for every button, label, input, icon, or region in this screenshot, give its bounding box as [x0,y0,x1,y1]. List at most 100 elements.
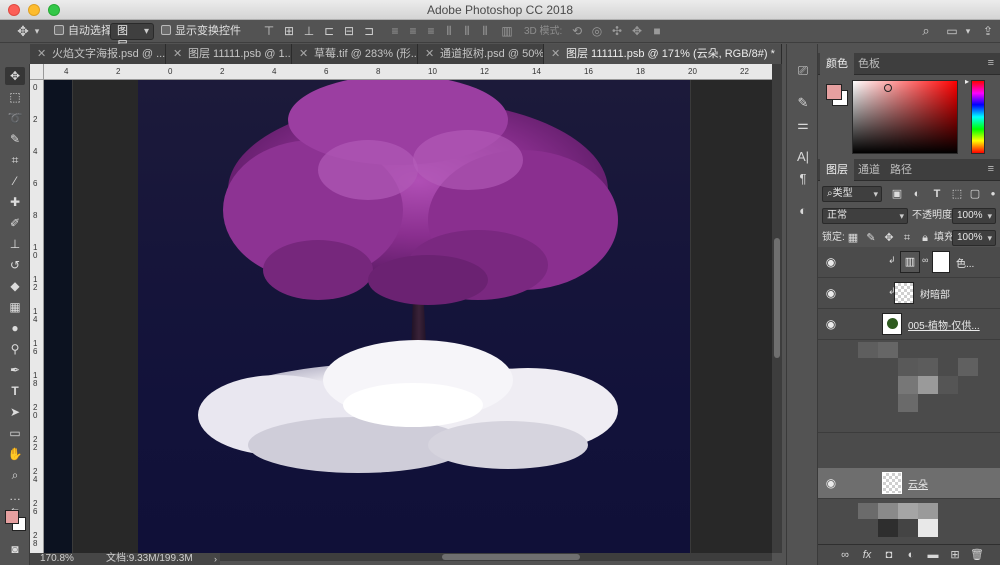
gradient-tool-icon[interactable]: ▦ [5,298,25,316]
quick-mask-icon[interactable]: ◙ [5,540,25,558]
chevron-down-icon[interactable]: ▾ [964,23,972,39]
adjustments-icon[interactable]: ⚌ [793,116,813,134]
eyedropper-tool-icon[interactable]: ⁄ [5,172,25,190]
zoom-level[interactable]: 170.8% [40,553,74,565]
3d-slide-icon[interactable]: ✥ [630,23,644,39]
layer-row[interactable]: ◉ 005-植物-仅供... [818,309,1000,340]
auto-align-icon[interactable]: ▥ [500,23,514,39]
tab-document-1[interactable]: ✕ 火焰文字海报.psd @ ... [30,44,166,64]
color-panel-foreground-swatch[interactable] [826,84,842,100]
align-right-icon[interactable]: ⊐ [362,23,376,39]
fill-input[interactable]: 100% [952,230,996,246]
dodge-tool-icon[interactable]: ⚲ [5,340,25,358]
history-panel-icon[interactable]: ⎚ [793,62,813,80]
eye-icon[interactable]: ◉ [824,255,838,269]
layer-row-obscured[interactable] [818,340,1000,433]
tab-paths[interactable]: 路径 [884,159,918,181]
tab-document-4[interactable]: ✕ 通道抠树.psd @ 50% ... [418,44,544,64]
layer-row-obscured[interactable] [818,499,1000,544]
hue-slider-handle-icon[interactable]: ▸ [965,77,969,86]
character-panel-icon[interactable]: A| [793,148,813,166]
lock-transparent-icon[interactable]: ▦ [846,230,860,246]
share-icon[interactable]: ⇪ [980,23,996,39]
layer-filter-dropdown[interactable]: ⌕类型 [822,186,882,202]
horizontal-scroll-thumb[interactable] [442,554,580,560]
3d-roll-icon[interactable]: ◎ [590,23,604,39]
vertical-scrollbar[interactable] [772,64,782,553]
auto-select-target-dropdown[interactable]: 图层 [110,23,154,52]
align-left-icon[interactable]: ⊏ [322,23,336,39]
close-icon[interactable]: ✕ [299,44,308,64]
filter-toggle-icon[interactable]: ● [986,186,1000,202]
crop-tool-icon[interactable]: ⌗ [5,151,25,169]
zoom-tool-icon[interactable]: ⌕ [5,466,25,484]
distribute-vcenter-icon[interactable]: ≡ [406,23,420,39]
close-icon[interactable]: ✕ [551,44,560,64]
tab-color[interactable]: 颜色 [820,53,854,75]
filter-shape-icon[interactable]: ⬚ [950,186,964,202]
link-layers-icon[interactable]: ∞ [838,548,852,562]
eye-icon[interactable]: ◉ [824,286,838,300]
brush-settings-icon[interactable]: ✎ [793,94,813,112]
horizontal-scrollbar[interactable] [220,553,772,561]
hand-tool-icon[interactable]: ✋ [5,445,25,463]
layer-mask-thumbnail[interactable] [932,251,950,273]
3d-drag-icon[interactable]: ✣ [610,23,624,39]
lock-artboard-icon[interactable]: ⌗ [900,230,914,246]
layer-row[interactable]: ◉ ↲ 树暗部 [818,278,1000,309]
show-transform-checkbox[interactable]: 显示变换控件 [161,23,241,40]
move-tool-icon[interactable]: ✥ [14,23,32,39]
auto-select-checkbox[interactable]: 自动选择: [54,23,115,40]
panel-menu-icon[interactable]: ≡ [988,57,994,69]
blend-mode-dropdown[interactable]: 正常 [822,208,908,224]
close-icon[interactable]: ✕ [425,44,434,64]
hue-slider[interactable] [971,80,985,154]
foreground-color-swatch[interactable] [5,510,19,524]
canvas-pasteboard[interactable] [44,80,772,553]
close-icon[interactable]: ✕ [37,44,46,64]
3d-scale-icon[interactable]: ■ [650,23,664,39]
healing-brush-tool-icon[interactable]: ✚ [5,193,25,211]
tab-channels[interactable]: 通道 [852,159,886,181]
add-mask-icon[interactable]: ◘ [882,548,896,562]
new-layer-icon[interactable]: ⊞ [948,548,962,562]
brush-tool-icon[interactable]: ✐ [5,214,25,232]
quick-select-tool-icon[interactable]: ✎ [5,130,25,148]
vertical-ruler[interactable]: 0 2 4 6 8 1 0 1 2 1 4 1 6 1 8 2 0 2 2 2 4 2 6 2 8 [30,80,44,553]
tab-swatches[interactable]: 色板 [852,53,886,75]
clone-stamp-tool-icon[interactable]: ⊥ [5,235,25,253]
new-adjustment-layer-icon[interactable]: ◐ [904,548,918,562]
lock-position-icon[interactable]: ✥ [882,230,896,246]
align-vertical-center-icon[interactable]: ⊞ [282,23,296,39]
layer-style-fx-icon[interactable]: fx [860,548,874,562]
rectangle-tool-icon[interactable]: ▭ [5,424,25,442]
eye-icon[interactable]: ◉ [824,317,838,331]
layer-row-selected[interactable]: ◉ 云朵 [818,468,1000,499]
styles-panel-icon[interactable]: ◐ [793,202,813,220]
move-tool-icon[interactable]: ✥ [5,67,25,85]
tab-layers[interactable]: 图层 [820,159,854,181]
filter-smart-object-icon[interactable]: ▢ [968,186,982,202]
pen-tool-icon[interactable]: ✒ [5,361,25,379]
history-brush-tool-icon[interactable]: ↺ [5,256,25,274]
lock-all-icon[interactable]: 🔒︎ [918,230,932,246]
marquee-tool-icon[interactable]: ⬚ [5,88,25,106]
distribute-top-icon[interactable]: ≡ [388,23,402,39]
align-horizontal-center-icon[interactable]: ⊟ [342,23,356,39]
status-menu-chevron-icon[interactable]: › [214,553,217,565]
tab-document-3[interactable]: ✕ 草莓.tif @ 283% (形... [292,44,418,64]
distribute-right-icon[interactable]: ⦀ [478,23,492,39]
workspace-icon[interactable]: ▭ [944,23,960,39]
delete-layer-icon[interactable]: 🗑︎ [970,548,984,562]
vertical-scroll-thumb[interactable] [774,238,780,358]
filter-pixel-icon[interactable]: ▣ [890,186,904,202]
type-tool-icon[interactable]: T [5,382,25,400]
color-picker-marker[interactable] [884,84,892,92]
distribute-hcenter-icon[interactable]: ⦀ [460,23,474,39]
align-bottom-icon[interactable]: ⊥ [302,23,316,39]
distribute-left-icon[interactable]: ⦀ [442,23,456,39]
horizontal-ruler[interactable]: 4 2 0 2 4 6 8 10 12 14 16 18 20 22 [44,64,772,80]
eraser-tool-icon[interactable]: ◆ [5,277,25,295]
tab-document-active[interactable]: ✕ 图层 111111.psb @ 171% (云朵, RGB/8#) * [544,44,782,64]
filter-adjustment-icon[interactable]: ◐ [910,186,924,202]
